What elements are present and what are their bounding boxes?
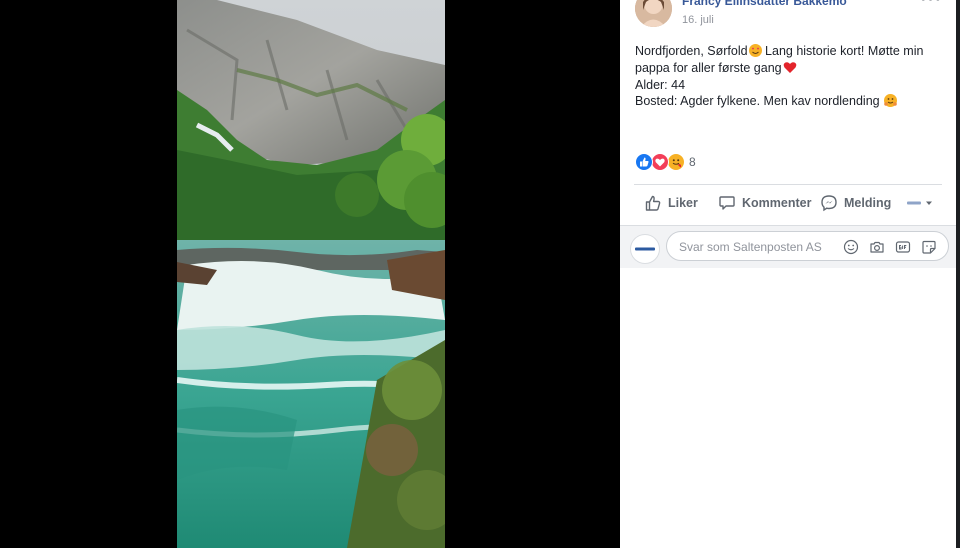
actions-divider	[634, 184, 942, 185]
post-date[interactable]: 16. juli	[682, 14, 714, 26]
post-actions-bar: Liker Kommenter Melding	[634, 190, 942, 218]
comment-label: Kommenter	[742, 196, 812, 210]
post-line-1: Nordfjorden, Sørfold Lang historie kort!…	[635, 43, 945, 60]
page-avatar-dropdown-icon	[907, 201, 932, 205]
messenger-icon	[821, 195, 837, 212]
post-line-1a: Nordfjorden, Sørfold	[635, 44, 748, 58]
message-button[interactable]: Melding	[820, 194, 891, 212]
author-avatar[interactable]	[635, 0, 672, 27]
post-line-2-text: pappa for aller første gang	[635, 60, 782, 75]
post-text: Nordfjorden, Sørfold Lang historie kort!…	[635, 43, 945, 110]
post-side-panel: Francy Ellinsdatter Bakkemo 16. juli •••…	[620, 0, 956, 548]
emoji-icon[interactable]	[842, 238, 860, 256]
comment-composer: Svar som Saltenposten AS	[620, 225, 956, 268]
author-name-link[interactable]: Francy Ellinsdatter Bakkemo	[682, 0, 847, 8]
post-line-4: Bosted: Agder fylkene. Men kav nordlendi…	[635, 93, 945, 110]
comment-button[interactable]: Kommenter	[718, 194, 811, 212]
hugging-face-emoji-icon	[883, 94, 897, 108]
love-reaction-icon	[651, 153, 669, 171]
photo-viewer	[0, 0, 620, 548]
like-label: Liker	[668, 196, 698, 210]
red-heart-emoji-icon	[783, 61, 796, 74]
thumbs-up-icon	[645, 195, 661, 211]
gif-icon[interactable]	[894, 238, 912, 256]
message-label: Melding	[844, 196, 892, 210]
post-line-2: pappa for aller første gang	[635, 60, 945, 77]
post-line-1b: Lang historie kort! Møtte min	[761, 44, 924, 58]
more-options-icon[interactable]: •••	[920, 0, 942, 9]
window-edge	[956, 0, 960, 548]
sticker-icon[interactable]	[920, 238, 938, 256]
saltenposten-logo-icon	[635, 247, 655, 251]
composer-icons	[842, 238, 938, 256]
heart-eyes-emoji-icon	[748, 44, 762, 57]
care-reaction-icon	[667, 153, 685, 171]
comment-placeholder: Svar som Saltenposten AS	[679, 240, 822, 254]
camera-icon[interactable]	[868, 238, 886, 256]
comment-icon	[719, 196, 735, 210]
post-line-4-text: Bosted: Agder fylkene. Men kav nordlendi…	[635, 94, 880, 109]
like-button[interactable]: Liker	[644, 194, 698, 212]
post-line-3: Alder: 44	[635, 77, 686, 92]
like-reaction-icon	[635, 153, 653, 171]
river-photo-illustration	[177, 0, 445, 548]
comment-input[interactable]: Svar som Saltenposten AS	[666, 231, 949, 261]
reaction-count: 8	[689, 155, 696, 169]
post-photo[interactable]	[177, 0, 445, 548]
page-avatar[interactable]	[630, 234, 660, 264]
share-as-selector[interactable]	[906, 194, 944, 212]
